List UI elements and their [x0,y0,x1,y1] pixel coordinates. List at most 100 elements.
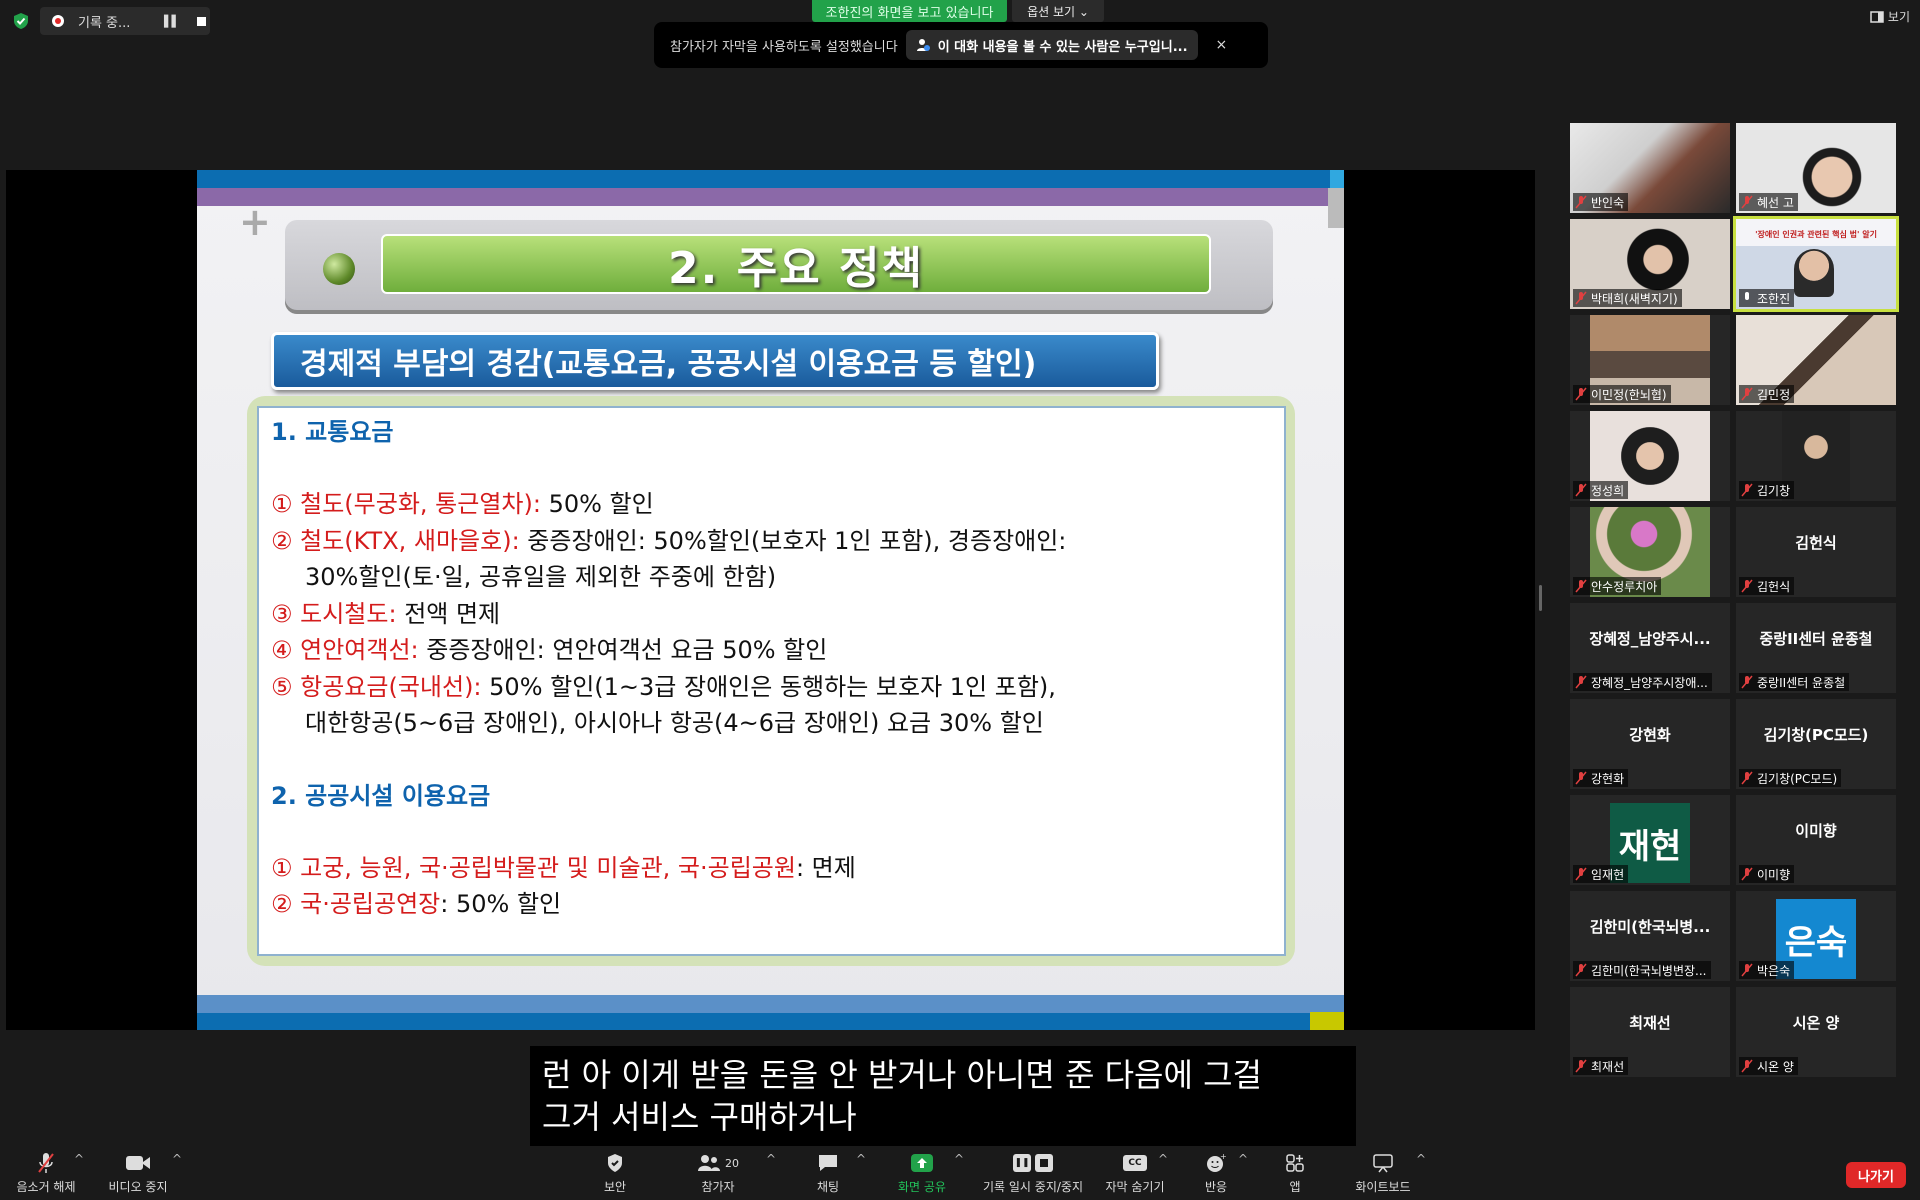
participant-tile[interactable]: 중랑II센터 윤종철 중랑II센터 윤종철 [1736,603,1896,693]
participant-label: 김민정 [1739,385,1795,403]
captions-caret[interactable]: ^ [1158,1152,1168,1166]
close-icon[interactable]: × [1216,37,1228,53]
video-options-caret[interactable]: ^ [172,1152,182,1166]
shield-check-icon[interactable] [12,12,30,30]
share-caret[interactable]: ^ [954,1152,964,1166]
participant-tile[interactable]: 김기창 [1736,411,1896,501]
presentation-slide: + 2. 주요 정책 경제적 부담의 경감(교통요금, 공공시설 이용요금 등 … [197,170,1344,1030]
layout-icon [1870,10,1884,23]
participant-tile[interactable]: 강현화 강현화 [1570,699,1730,789]
transport-item-continued: 30%할인(토·일, 공휴일을 제외한 주중에 한함) [305,563,777,591]
share-screen-button[interactable]: 화면 공유 [890,1150,954,1195]
muted-mic-icon [1741,963,1753,977]
reactions-button[interactable]: + 반응 [1196,1150,1236,1195]
participant-display-name: 중랑II센터 윤종철 [1759,630,1873,648]
participant-tile[interactable]: 김민정 [1736,315,1896,405]
muted-mic-icon [1575,867,1587,881]
pause-recording-icon[interactable]: ▌▌ [164,15,180,28]
facility-item: ① 고궁, 능원, 국·공립박물관 및 미술관, 국·공립공원: 면제 [271,853,856,882]
transport-item: ③ 도시철도: 전액 면제 [271,599,501,628]
chat-button[interactable]: 채팅 [806,1150,850,1195]
live-caption: 런 아 이게 받을 돈을 안 받거나 아니면 준 다음에 그걸 그거 서비스 구… [530,1046,1356,1148]
slide-top-stripe [197,170,1344,188]
muted-mic-icon [1741,195,1753,209]
participant-tile[interactable]: 이미향 이미향 [1736,795,1896,885]
participant-tile[interactable]: 재현 임재현 [1570,795,1730,885]
slide-subtitle-bar: 경제적 부담의 경감(교통요금, 공공시설 이용요금 등 할인) [271,332,1159,390]
participant-tile[interactable]: 김헌식 김헌식 [1736,507,1896,597]
slide-bottom-stripe [197,1013,1344,1030]
slide-title: 2. 주요 정책 [668,243,924,294]
participants-caret[interactable]: ^ [766,1152,776,1166]
chat-caret[interactable]: ^ [856,1152,866,1166]
svg-text:+: + [1220,1153,1226,1161]
slide-title-bar: 2. 주요 정책 [381,234,1211,294]
unmute-button[interactable]: 음소거 해제 [12,1150,80,1195]
security-button[interactable]: 보안 [590,1150,640,1195]
recording-indicator: 기록 중... ▌▌ [40,7,210,35]
reactions-caret[interactable]: ^ [1238,1152,1248,1166]
participant-label: 이민정(한뇌협) [1573,385,1671,403]
participant-tile[interactable]: 시온 양 시온 양 [1736,987,1896,1077]
participants-count: 20 [725,1156,739,1170]
muted-mic-icon [1575,771,1587,785]
caption-notice-text: 참가자가 자막을 사용하도록 설정했습니다 [670,39,898,55]
muted-mic-icon [1575,675,1587,689]
mic-icon [1745,292,1749,300]
participant-tile[interactable]: 혜선 고 [1736,123,1896,213]
participant-label: 박은숙 [1739,961,1795,979]
slide-content: 1. 교통요금 ① 철도(무궁화, 통근열차): 50% 할인 ② 철도(KTX… [257,406,1286,956]
participant-tile[interactable]: 김한미(한국뇌병... 김한미(한국뇌병변장... [1570,891,1730,981]
participant-tile[interactable]: 박태희(새벽지기) [1570,219,1730,309]
participant-display-name: 이미향 [1795,822,1837,840]
transport-item-continued: 대한항공(5~6급 장애인), 아시아나 항공(4~6급 장애인) 요금 30%… [305,709,1044,737]
participant-label: 장혜정_남양주시장애... [1573,673,1712,691]
view-options-button[interactable]: 옵션 보기 ⌄ [1012,0,1104,22]
slide-purple-stripe [197,188,1344,206]
muted-mic-icon [1575,483,1587,497]
participant-tile[interactable]: 김기창(PC모드) 김기창(PC모드) [1736,699,1896,789]
muted-mic-icon [1741,675,1753,689]
view-toggle-button[interactable]: 보기 [1870,8,1910,25]
shield-icon [608,1154,622,1172]
muted-mic-icon [1575,195,1587,209]
participant-label: 강현화 [1573,769,1629,787]
speaker-figure [1794,249,1834,297]
participant-tile[interactable]: 이민정(한뇌협) [1570,315,1730,405]
participant-label: 반인숙 [1573,193,1629,211]
participant-tile[interactable]: 장혜정_남양주시... 장혜정_남양주시장애... [1570,603,1730,693]
participant-tile[interactable]: 정성희 [1570,411,1730,501]
participant-tile[interactable]: 최재선 최재선 [1570,987,1730,1077]
apps-button[interactable]: 앱 [1280,1150,1310,1195]
muted-mic-icon [1575,1059,1587,1073]
who-can-see-label: 이 대화 내용을 볼 수 있는 사람은 누구입니... [937,39,1188,55]
participants-button[interactable]: 20 참가자 [690,1150,746,1195]
participant-display-name: 김기창(PC모드) [1763,726,1869,744]
slide-thumbnail-text: '장애인 인권과 관련된 핵심 법' 알기 [1755,230,1877,239]
panel-resize-handle[interactable] [1539,585,1542,611]
zoom-meeting-window: 기록 중... ▌▌ 조한진의 화면을 보고 있습니다 옵션 보기 ⌄ 참가자가… [0,0,1920,1200]
audio-options-caret[interactable]: ^ [74,1152,84,1166]
leave-button[interactable]: 나가기 [1846,1162,1906,1188]
participant-tile[interactable]: 안수정루치아 [1570,507,1730,597]
person-icon [916,39,930,51]
who-can-see-button[interactable]: 이 대화 내용을 볼 수 있는 사람은 누구입니... [905,30,1198,60]
participant-tile[interactable]: 반인숙 [1570,123,1730,213]
record-dot-icon [52,15,64,27]
smile-plus-icon: + [1207,1153,1226,1172]
stop-recording-icon[interactable] [196,16,206,26]
pause-stop-recording-button[interactable]: ❚❚ 기록 일시 중지/중지 [978,1150,1088,1195]
participant-label: 김헌식 [1739,577,1795,595]
view-toggle-label: 보기 [1887,10,1910,24]
stop-video-button[interactable]: 비디오 중지 [104,1150,172,1195]
participant-label: 박태희(새벽지기) [1573,289,1682,307]
viewing-screen-badge: 조한진의 화면을 보고 있습니다 [812,0,1007,22]
slide-corner-block [1330,170,1344,188]
participant-tile-active-speaker[interactable]: '장애인 인권과 관련된 핵심 법' 알기 조한진 [1733,216,1899,312]
transport-item: ⑤ 항공요금(국내선): 50% 할인(1~3급 장애인은 동행하는 보호자 1… [271,672,1056,701]
participant-tile[interactable]: 은숙 박은숙 [1736,891,1896,981]
whiteboard-caret[interactable]: ^ [1416,1152,1426,1166]
slide-bottom-stripe-light [197,995,1344,1013]
whiteboard-button[interactable]: 화이트보드 [1350,1150,1416,1195]
participant-label: 김기창(PC모드) [1739,769,1842,787]
